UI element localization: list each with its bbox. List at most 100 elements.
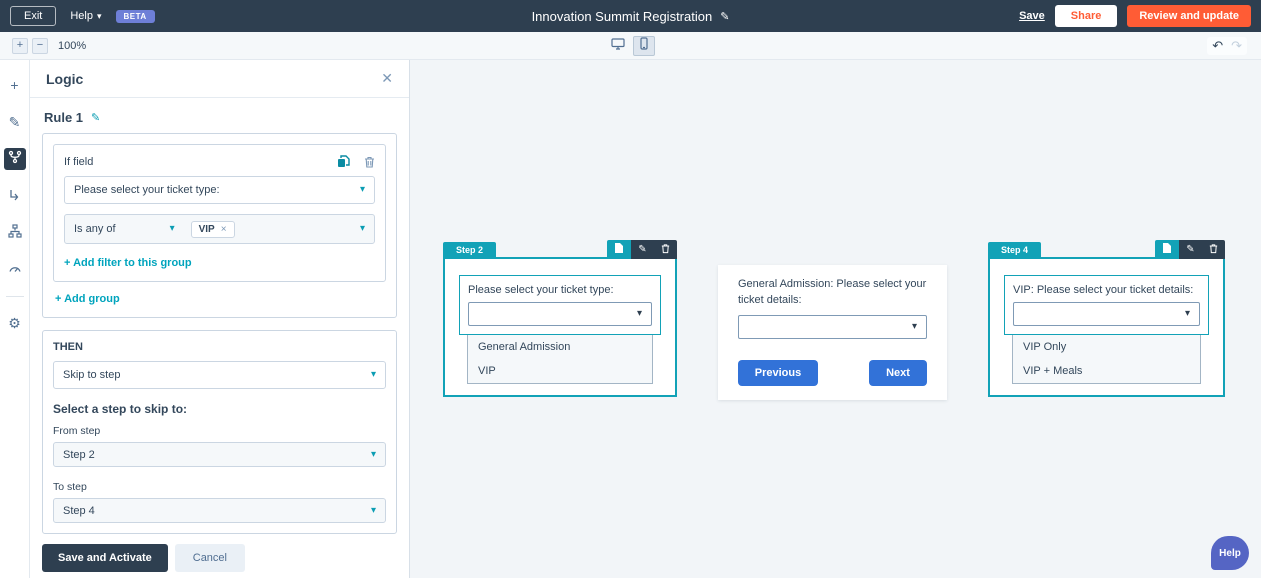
logic-panel-header: Logic ✕ — [30, 60, 409, 98]
operator-value: Is any of — [74, 223, 116, 235]
logic-panel: Logic ✕ Rule 1 ✎ If field — [30, 60, 410, 578]
mobile-icon — [640, 37, 648, 55]
exit-button[interactable]: Exit — [10, 6, 56, 26]
delete-step-button[interactable] — [654, 243, 677, 257]
chevron-down-icon: ▾ — [371, 370, 376, 380]
save-and-activate-button[interactable]: Save and Activate — [42, 544, 168, 572]
field-label: VIP: Please select your ticket details: — [1013, 284, 1200, 296]
device-preview-toggle — [607, 36, 655, 56]
edit-step-button[interactable]: ✎ — [1179, 244, 1202, 255]
redo-icon[interactable]: ↷ — [1231, 38, 1242, 54]
ticket-type-select[interactable]: ▾ — [468, 302, 652, 326]
zoom-level: 100% — [58, 40, 86, 52]
to-step-select[interactable]: Step 4 ▾ — [53, 498, 386, 523]
if-field-label: If field — [64, 156, 93, 168]
style-button[interactable]: ✎ — [4, 111, 26, 133]
duplicate-step-button[interactable] — [607, 240, 631, 259]
step-2-tools: ✎ — [607, 240, 677, 259]
zoom-out-button[interactable]: − — [32, 38, 48, 54]
form-canvas: Step 2 ✎ Please — [410, 60, 1261, 578]
from-step-label: From step — [53, 425, 386, 437]
pencil-icon: ✎ — [1186, 244, 1194, 255]
settings-button[interactable]: ⚙ — [4, 312, 26, 334]
from-step-select[interactable]: Step 2 ▾ — [53, 442, 386, 467]
chevron-down-icon: ▾ — [912, 322, 917, 332]
top-nav-right: Save Share Review and update — [1019, 5, 1251, 27]
chevron-down-icon: ▾ — [637, 309, 642, 319]
save-button[interactable]: Save — [1019, 10, 1045, 22]
next-button[interactable]: Next — [869, 360, 927, 386]
edit-title-icon[interactable]: ✎ — [720, 10, 729, 23]
history-controls: ↶ ↷ — [1207, 37, 1247, 55]
vip-details-field[interactable]: VIP: Please select your ticket details: … — [1004, 275, 1209, 335]
previous-button[interactable]: Previous — [738, 360, 818, 386]
edit-rule-icon[interactable]: ✎ — [91, 111, 100, 124]
condition-operator-row[interactable]: Is any of ▾ VIP × ▾ — [64, 214, 375, 244]
duplicate-step-button[interactable] — [1155, 240, 1179, 259]
cancel-button[interactable]: Cancel — [175, 544, 245, 572]
option-vip-only[interactable]: VIP Only — [1013, 335, 1200, 359]
condition-box: If field Please select your ticket type: — [53, 144, 386, 282]
add-element-button[interactable]: + — [4, 74, 26, 96]
to-step-value: Step 4 — [63, 505, 371, 517]
help-menu[interactable]: Help ▾ — [70, 10, 101, 22]
top-nav: Exit Help ▾ BETA Innovation Summit Regis… — [0, 0, 1261, 32]
delete-step-button[interactable] — [1202, 243, 1225, 257]
gauge-icon — [8, 261, 22, 279]
performance-button[interactable] — [4, 259, 26, 281]
clone-condition-icon[interactable] — [337, 155, 350, 168]
logic-button[interactable] — [4, 148, 26, 170]
title-area: Innovation Summit Registration ✎ — [532, 9, 730, 24]
chevron-down-icon: ▾ — [97, 11, 102, 22]
rail-divider — [6, 296, 24, 297]
step-4-tab[interactable]: Step 4 — [988, 242, 1041, 257]
trash-icon[interactable] — [364, 156, 375, 168]
plus-icon: + — [10, 78, 18, 92]
to-step-label: To step — [53, 481, 386, 493]
ticket-details-select[interactable]: ▾ — [738, 315, 927, 339]
logic-panel-title: Logic — [46, 71, 83, 87]
edit-step-button[interactable]: ✎ — [631, 244, 654, 255]
step-3-card[interactable]: General Admission: Please select your ti… — [718, 265, 947, 400]
share-button[interactable]: Share — [1055, 5, 1118, 27]
page-title: Innovation Summit Registration — [532, 9, 713, 24]
pencil-icon: ✎ — [9, 115, 21, 129]
close-icon[interactable]: ✕ — [381, 70, 393, 87]
option-general-admission[interactable]: General Admission — [468, 335, 652, 359]
chevron-down-icon: ▾ — [360, 185, 365, 195]
then-action-select[interactable]: Skip to step ▾ — [53, 361, 386, 389]
option-vip[interactable]: VIP — [468, 359, 652, 383]
step-2-tab[interactable]: Step 2 — [443, 242, 496, 257]
ticket-type-field[interactable]: Please select your ticket type: ▾ — [459, 275, 661, 335]
condition-field-select[interactable]: Please select your ticket type: ▾ — [64, 176, 375, 204]
step-4-card[interactable]: Step 4 ✎ VIP: Pl — [988, 257, 1225, 397]
left-tool-rail: + ✎ ⚙ — [0, 60, 30, 578]
step-2-card[interactable]: Step 2 ✎ Please — [443, 257, 677, 397]
desktop-preview-button[interactable] — [607, 36, 629, 56]
reorder-icon — [8, 188, 21, 205]
structure-button[interactable] — [4, 222, 26, 244]
condition-group: If field Please select your ticket type: — [42, 133, 397, 318]
review-and-update-button[interactable]: Review and update — [1127, 5, 1251, 27]
option-vip-meals[interactable]: VIP + Meals — [1013, 359, 1200, 383]
undo-icon[interactable]: ↶ — [1212, 38, 1223, 54]
field-label: Please select your ticket type: — [468, 284, 652, 296]
branch-logic-icon — [8, 150, 22, 168]
field-label: General Admission: Please select your ti… — [738, 277, 927, 309]
add-group-link[interactable]: + Add group — [55, 293, 120, 305]
zoom-in-button[interactable]: + — [12, 38, 28, 54]
condition-field-value: Please select your ticket type: — [74, 184, 360, 196]
vip-details-select[interactable]: ▾ — [1013, 302, 1200, 326]
add-filter-link[interactable]: + Add filter to this group — [64, 257, 192, 269]
trash-icon — [661, 243, 670, 257]
step-4-tools: ✎ — [1155, 240, 1225, 259]
document-icon — [614, 241, 624, 259]
org-chart-icon — [8, 224, 22, 242]
remove-tag-icon[interactable]: × — [221, 224, 227, 235]
help-menu-label: Help — [70, 10, 93, 22]
reorder-fields-button[interactable] — [4, 185, 26, 207]
mobile-preview-button[interactable] — [633, 36, 655, 56]
help-button[interactable]: Help — [1211, 536, 1249, 570]
value-tag-label: VIP — [199, 224, 215, 235]
chevron-down-icon: ▾ — [360, 224, 365, 234]
